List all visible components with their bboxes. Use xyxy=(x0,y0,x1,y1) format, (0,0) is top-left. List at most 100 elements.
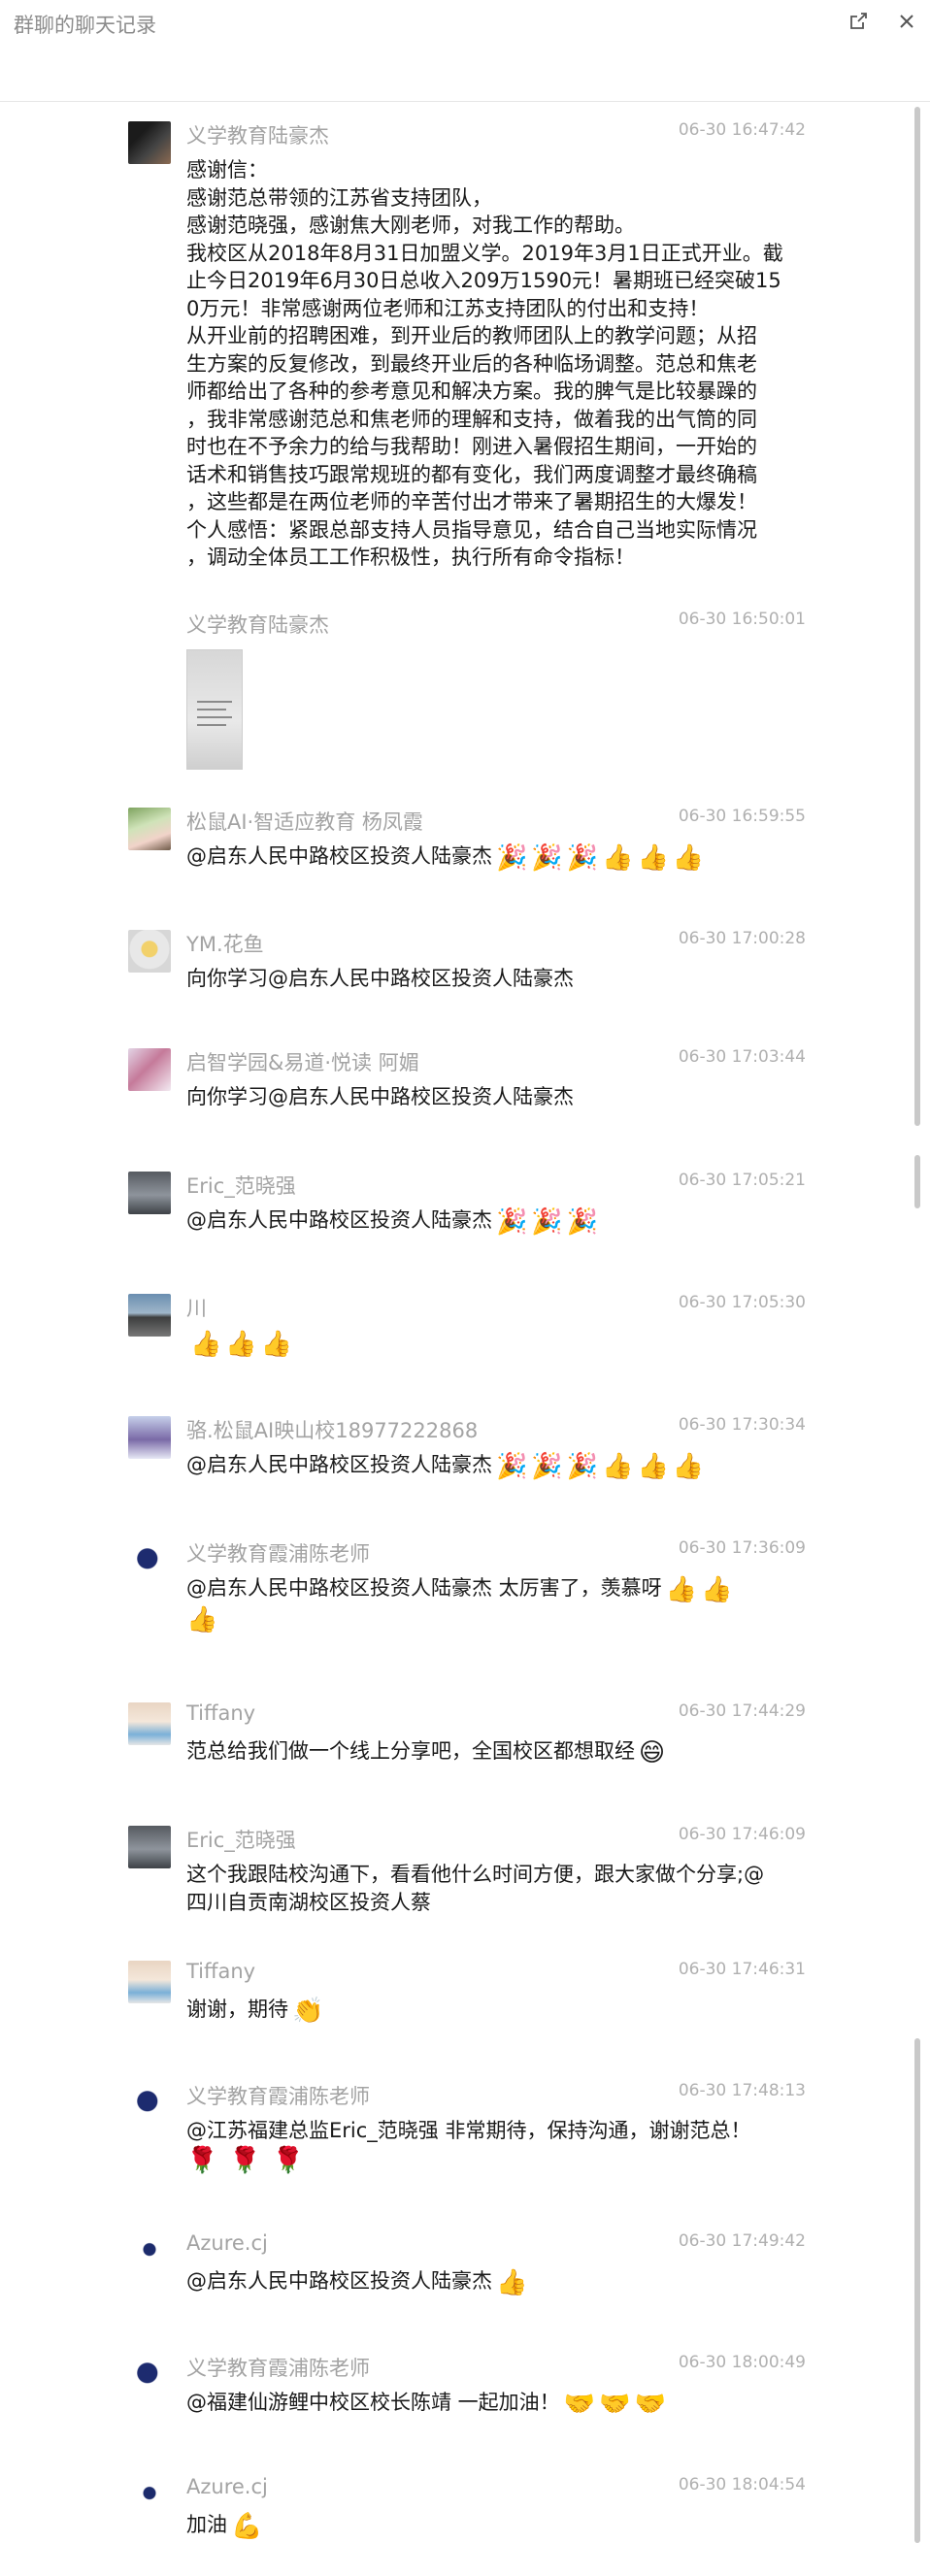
avatar[interactable] xyxy=(128,1702,171,1745)
message-text: 时也在不予余力的给与我帮助！刚进入暑假招生期间，一开始的 xyxy=(186,435,757,458)
thumbnail-image[interactable] xyxy=(186,649,243,770)
message-text: 这个我跟陆校沟通下，看看他什么时间方便，跟大家做个分享;@ xyxy=(186,1863,765,1886)
message-body: @江苏福建总监Eric_范晓强 非常期待，保持沟通，谢谢范总！ 🌹 🌹 🌹 xyxy=(186,2117,775,2174)
message-time: 06-30 18:04:54 xyxy=(678,2475,806,2494)
emoji-icon: 😄 xyxy=(639,1738,666,1767)
message-text: 话术和销售技巧跟常规班的都有变化，我们两度调整才最终确稿 xyxy=(186,462,757,486)
message-body: 范总给我们做一个线上分享吧，全国校区都想取经 😄 xyxy=(186,1737,775,1767)
message-body: @启东人民中路校区投资人陆豪杰 🎉 🎉 🎉 👍 👍 👍 xyxy=(186,1451,775,1481)
emoji-icon: 👍 xyxy=(496,2268,528,2297)
message-body: 这个我跟陆校沟通下，看看他什么时间方便，跟大家做个分享;@ 四川自贡南湖校区投资人… xyxy=(186,1861,775,1916)
avatar[interactable] xyxy=(128,1826,171,1868)
message-time: 06-30 16:59:55 xyxy=(678,807,806,826)
avatar[interactable] xyxy=(128,1172,171,1214)
emoji-icon: 👍 xyxy=(672,1452,705,1481)
emoji-icon: 🎉 xyxy=(531,843,563,873)
emoji-icon: 🎉 xyxy=(496,843,528,873)
message-text: @启东人民中路校区投资人陆豪杰 xyxy=(186,1208,492,1232)
sender-name: 义学教育霞浦陈老师 xyxy=(186,1542,370,1566)
sender-name: 川 xyxy=(186,1297,207,1320)
emoji-icon: 🎉 xyxy=(531,1207,563,1237)
message-text: 加油 xyxy=(186,2513,227,2536)
message-text: @启东人民中路校区投资人陆豪杰 xyxy=(186,2269,492,2293)
message-text: ，我非常感谢范总和焦老师的理解和支持，做着我的出气筒的同 xyxy=(186,407,757,431)
message-text: @启东人民中路校区投资人陆豪杰 xyxy=(186,844,492,868)
message-text: 个人感悟：紧跟总部支持人员指导意见，结合自己当地实际情况 xyxy=(186,517,757,542)
window-title: 群聊的聊天记录 xyxy=(14,14,156,37)
avatar[interactable] xyxy=(128,1539,171,1582)
message-text: @启东人民中路校区投资人陆豪杰 太厉害了，羡慕呀 xyxy=(186,1576,662,1600)
sender-name: Azure.cj xyxy=(186,2231,268,2255)
message-text: ，调动全体员工工作积极性，执行所有命令指标！ xyxy=(186,545,635,569)
avatar[interactable] xyxy=(128,930,171,973)
emoji-icon: 👍 xyxy=(665,1575,698,1604)
scrollbar-track[interactable] xyxy=(914,107,926,2572)
avatar[interactable] xyxy=(128,1048,171,1091)
avatar[interactable] xyxy=(128,2476,171,2519)
message-body: @福建仙游鲤中校区校长陈靖 一起加油！ 🤝 🤝 🤝 xyxy=(186,2389,775,2419)
avatar[interactable] xyxy=(128,1961,171,2003)
message-text: 止今日2019年6月30日总收入209万1590元！暑期班已经突破15 xyxy=(186,269,781,292)
avatar[interactable] xyxy=(128,2082,171,2125)
message-text: 感谢范总带领的江苏省支持团队， xyxy=(186,185,492,210)
share-icon[interactable] xyxy=(845,8,872,35)
avatar[interactable] xyxy=(128,1416,171,1459)
emoji-icon: 👍 xyxy=(225,1330,257,1359)
message-body: 向你学习@启东人民中路校区投资人陆豪杰 xyxy=(186,1083,775,1111)
message-text: 四川自贡南湖校区投资人蔡 xyxy=(186,1890,431,1914)
avatar[interactable] xyxy=(128,808,171,850)
scrollbar-thumb[interactable] xyxy=(914,107,920,1126)
emoji-icon: 👏 xyxy=(292,1997,324,2026)
sender-name: 义学教育陆豪杰 xyxy=(186,124,329,148)
emoji-icon: 🌹 xyxy=(229,2145,261,2175)
avatar[interactable] xyxy=(128,121,171,164)
scrollbar-thumb-lower[interactable] xyxy=(914,2038,920,2543)
message-text: 向你学习@启东人民中路校区投资人陆豪杰 xyxy=(186,1085,574,1108)
sender-name: 义学教育霞浦陈老师 xyxy=(186,2085,370,2108)
emoji-icon: 🌹 xyxy=(186,2145,218,2175)
sender-name: 义学教育霞浦陈老师 xyxy=(186,2357,370,2380)
sender-name: Tiffany xyxy=(186,1960,256,1983)
emoji-icon: 👍 xyxy=(637,843,669,873)
emoji-icon: 🤝 xyxy=(563,2390,596,2419)
message-time: 06-30 17:46:09 xyxy=(678,1825,806,1844)
message-body: @启东人民中路校区投资人陆豪杰 🎉 🎉 🎉 xyxy=(186,1206,775,1237)
message-time: 06-30 16:50:01 xyxy=(678,610,806,629)
sender-name: YM.花鱼 xyxy=(186,933,264,956)
message-time: 06-30 17:03:44 xyxy=(678,1047,806,1067)
close-icon[interactable] xyxy=(893,8,920,35)
message-text: 师都给出了各种的参考意见和解决方案。我的脾气是比较暴躁的 xyxy=(186,380,757,403)
emoji-icon: 🎉 xyxy=(496,1207,528,1237)
message-text: 我校区从2018年8月31日加盟义学。2019年3月1日正式开业。截 xyxy=(186,241,783,265)
emoji-icon: 🎉 xyxy=(566,1452,599,1481)
message-body: 谢谢，期待 👏 xyxy=(186,1996,775,2026)
emoji-icon: 👍 xyxy=(637,1452,669,1481)
message-time: 06-30 17:46:31 xyxy=(678,1960,806,1979)
message-body: 感谢信： 感谢范总带领的江苏省支持团队， 感谢范晓强，感谢焦大刚老师，对我工作的帮助… xyxy=(186,156,783,572)
message-body: 向你学习@启东人民中路校区投资人陆豪杰 xyxy=(186,965,775,993)
sender-name: Tiffany xyxy=(186,1701,256,1725)
sender-name: 骆.松鼠AI映山校18977222868 xyxy=(186,1419,479,1442)
message-time: 06-30 16:47:42 xyxy=(678,120,806,140)
message-time: 06-30 17:00:28 xyxy=(678,929,806,948)
message-time: 06-30 17:05:30 xyxy=(678,1293,806,1312)
avatar[interactable] xyxy=(128,1294,171,1337)
scrollbar-thumb-small[interactable] xyxy=(914,1155,920,1208)
avatar[interactable] xyxy=(128,2354,171,2396)
message-text: 0万元！非常感谢两位老师和江苏支持团队的付出和支持！ xyxy=(186,296,710,320)
emoji-icon: 👍 xyxy=(260,1330,293,1359)
emoji-icon: 👍 xyxy=(672,843,705,873)
message-text: 谢谢，期待 xyxy=(186,1998,288,2021)
emoji-icon: 👍 xyxy=(602,1452,634,1481)
sender-name: Eric_范晓强 xyxy=(186,1174,296,1198)
emoji-icon: 🎉 xyxy=(566,1207,599,1237)
emoji-icon: 🎉 xyxy=(566,843,599,873)
message-text: ，这些都是在两位老师的辛苦付出才带来了暑期招生的大爆发！ xyxy=(186,490,757,513)
message-text: @江苏福建总监Eric_范晓强 非常期待，保持沟通，谢谢范总！ xyxy=(186,2119,751,2142)
message-time: 06-30 17:36:09 xyxy=(678,1538,806,1558)
emoji-icon: 🎉 xyxy=(496,1452,528,1481)
chat-history-list[interactable]: 义学教育陆豪杰 06-30 16:47:42 感谢信： 感谢范总带领的江苏省支持团队，… xyxy=(0,102,930,2576)
avatar[interactable] xyxy=(128,2232,171,2275)
emoji-icon: 🎉 xyxy=(531,1452,563,1481)
message-text: @福建仙游鲤中校区校长陈靖 一起加油！ xyxy=(186,2391,560,2414)
